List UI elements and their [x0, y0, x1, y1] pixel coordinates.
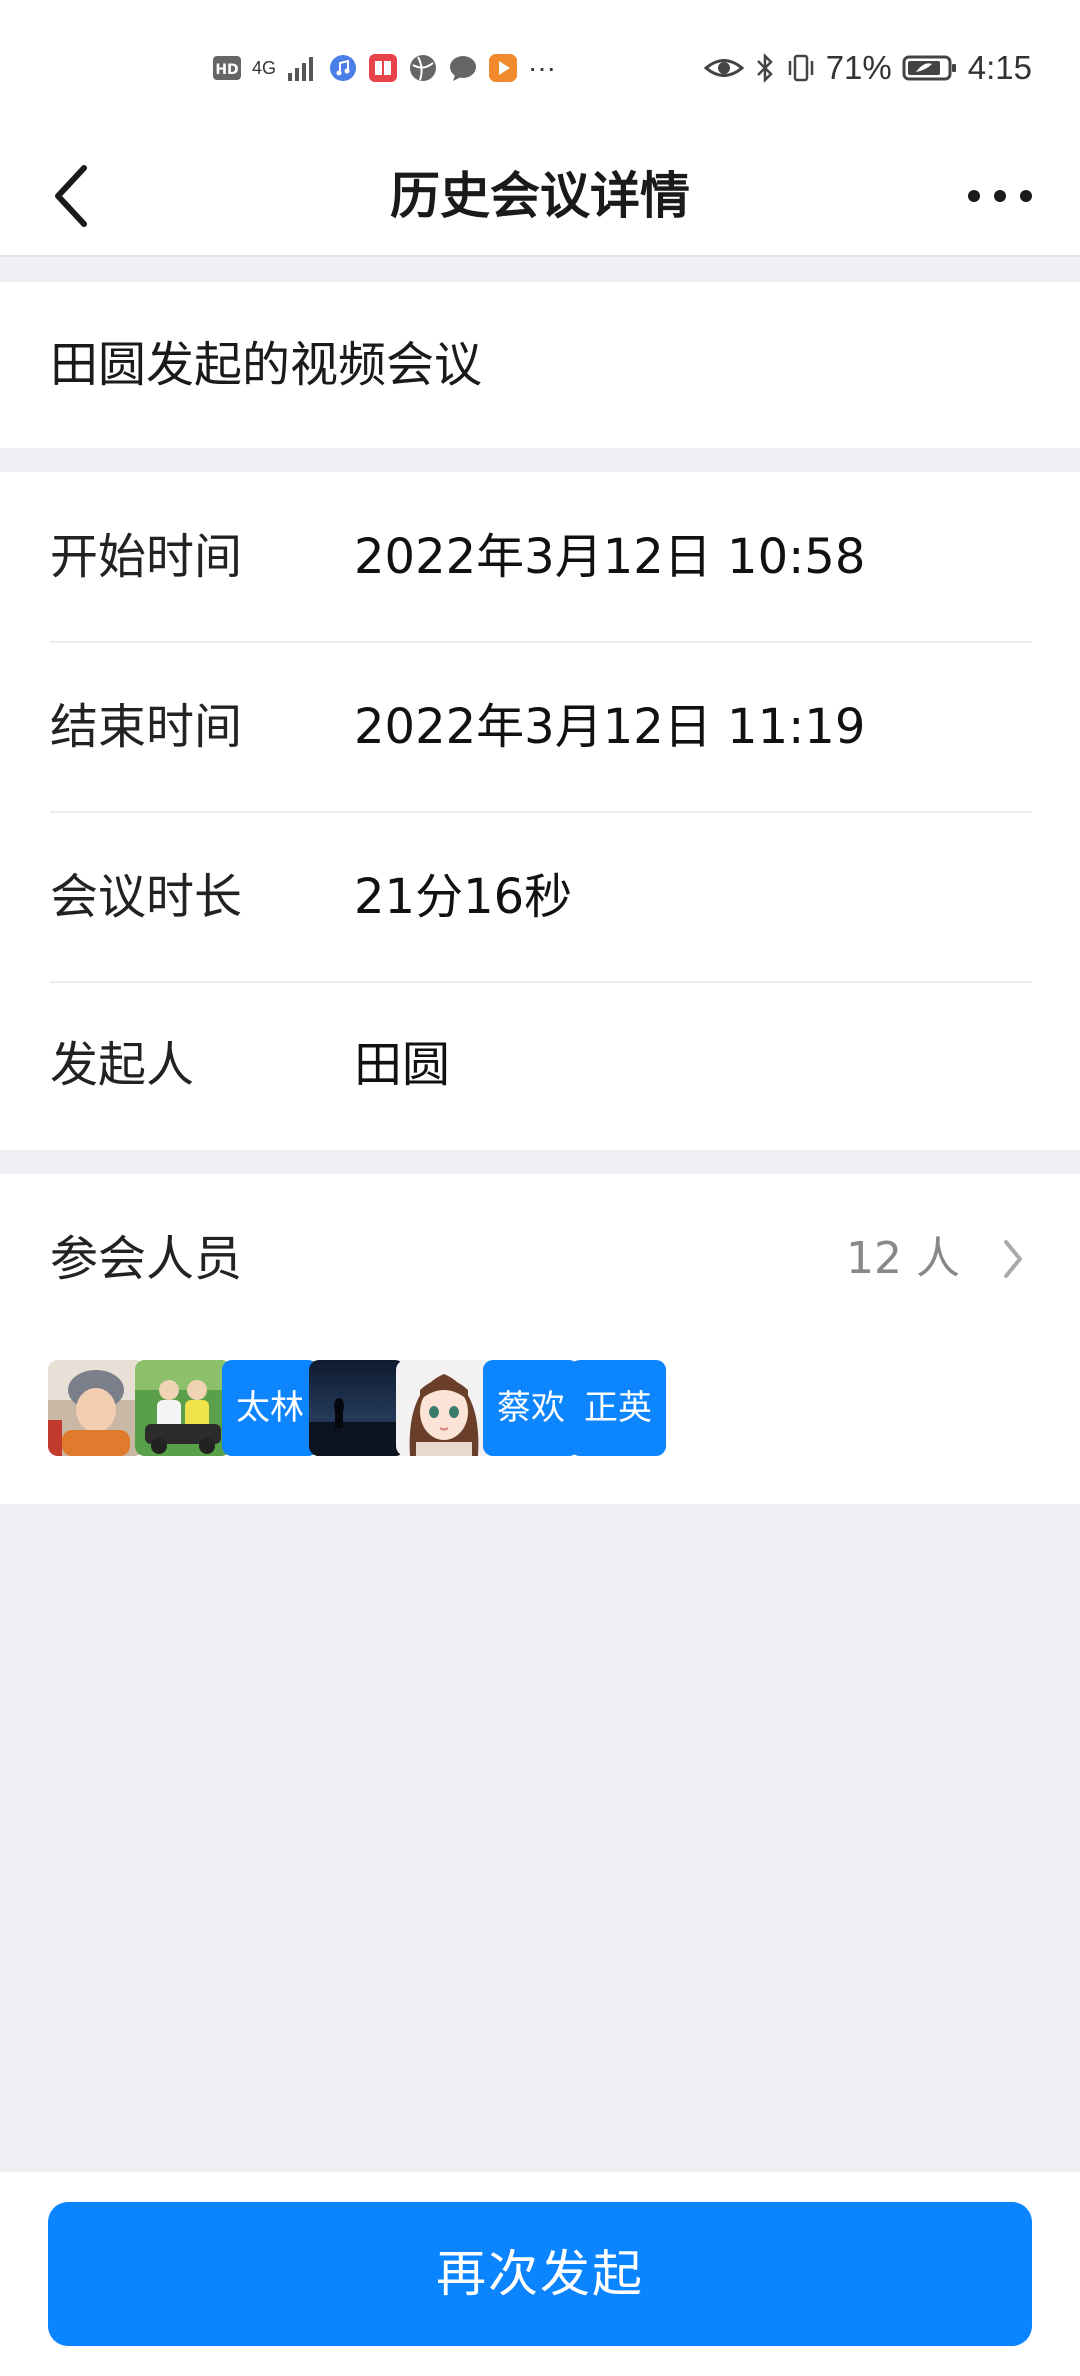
chevron-left-icon [55, 165, 87, 227]
network-type: 4G [252, 58, 277, 78]
info-value: 2022年3月12日 11:19 [354, 699, 866, 755]
info-label: 发起人 [50, 1037, 195, 1093]
more-dot-icon [968, 190, 980, 202]
signal-icon [286, 53, 318, 83]
meeting-title-card: 田圆发起的视频会议 [0, 282, 1080, 448]
book-app-icon [368, 53, 398, 83]
bluetooth-icon [754, 53, 776, 83]
avatar-child-photo[interactable] [48, 1360, 144, 1456]
battery-percent: 71% [825, 49, 892, 86]
nav-divider [0, 255, 1080, 257]
more-dot-icon [994, 190, 1006, 202]
page-title: 历史会议详情 [390, 167, 690, 225]
battery-icon [902, 53, 958, 83]
music-icon [328, 53, 358, 83]
svg-text:HD: HD [215, 62, 238, 78]
meeting-title: 田圆发起的视频会议 [50, 337, 483, 393]
back-button[interactable] [44, 158, 104, 234]
hd-icon: HD [212, 53, 242, 83]
avatar-initials[interactable]: 正英 [570, 1360, 666, 1456]
page: HD 4G ··· 71% 4:15 历史会议详情 田圆发起的视频会议 开始时间… [0, 0, 1080, 2376]
avatar-initials[interactable]: 蔡欢 [483, 1360, 579, 1456]
more-options-button[interactable] [968, 176, 1032, 216]
info-value: 21分16秒 [354, 869, 573, 925]
bottom-action-bar: 再次发起 [0, 2172, 1080, 2376]
relaunch-meeting-button[interactable]: 再次发起 [48, 2202, 1032, 2346]
info-label: 开始时间 [50, 529, 243, 585]
avatar-initials[interactable]: 太林 [222, 1360, 318, 1456]
avatar-anime-photo[interactable] [396, 1360, 492, 1456]
browser-icon [408, 53, 438, 83]
participants-count: 12 人 [846, 1233, 960, 1284]
status-bar: HD 4G ··· 71% 4:15 [0, 0, 1080, 136]
status-bar-right: 71% 4:15 [703, 49, 1032, 86]
participants-card[interactable]: 参会人员 12 人 太林 蔡欢 正英 [0, 1174, 1080, 1504]
vibrate-icon [786, 53, 816, 83]
meeting-info-card: 开始时间 2022年3月12日 10:58 结束时间 2022年3月12日 11… [0, 472, 1080, 1150]
clock-time: 4:15 [967, 49, 1032, 86]
eye-icon [703, 53, 744, 83]
info-label: 会议时长 [50, 869, 243, 925]
status-bar-left: HD 4G ··· [212, 50, 556, 86]
more-dot-icon [1020, 190, 1032, 202]
chevron-right-icon[interactable] [998, 1234, 1028, 1284]
info-value: 2022年3月12日 10:58 [354, 529, 866, 585]
info-label: 结束时间 [50, 699, 243, 755]
participants-label: 参会人员 [50, 1231, 243, 1287]
info-row-start-time: 开始时间 2022年3月12日 10:58 [0, 472, 1080, 642]
chat-icon [448, 53, 478, 83]
navigation-bar: 历史会议详情 [0, 136, 1080, 256]
video-app-icon [488, 53, 518, 83]
info-row-initiator: 发起人 田圆 [0, 980, 1080, 1150]
info-row-duration: 会议时长 21分16秒 [0, 812, 1080, 982]
avatar-night-photo[interactable] [309, 1360, 405, 1456]
more-notifications: ··· [528, 52, 556, 83]
info-row-end-time: 结束时间 2022年3月12日 11:19 [0, 642, 1080, 812]
info-value: 田圆 [354, 1037, 451, 1093]
avatar-group-photo[interactable] [135, 1360, 231, 1456]
